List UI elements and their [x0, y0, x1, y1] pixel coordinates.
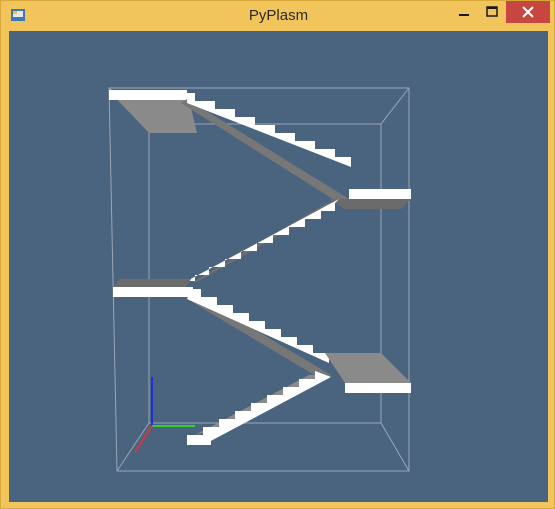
bottom-stair-flight: [187, 371, 331, 445]
lower-right-landing: [325, 353, 411, 393]
maximize-button[interactable]: [478, 1, 506, 23]
right-upper-landing: [329, 189, 411, 209]
close-button[interactable]: [506, 1, 550, 23]
middle-landing: [113, 279, 193, 297]
minimize-button[interactable]: [450, 1, 478, 23]
axis-gizmo: [134, 377, 195, 453]
close-icon: [522, 6, 534, 18]
title-bar[interactable]: PyPlasm: [1, 1, 555, 31]
top-stair-flight: [181, 93, 351, 203]
minimize-icon: [459, 14, 469, 16]
3d-viewport[interactable]: [9, 31, 548, 502]
top-landing: [109, 90, 197, 133]
maximize-icon: [486, 6, 498, 17]
app-window: PyPlasm: [0, 0, 555, 509]
third-stair-flight: [187, 289, 331, 379]
staircase-scene: [108, 87, 411, 472]
x-axis: [134, 425, 153, 453]
second-stair-flight: [187, 199, 339, 283]
